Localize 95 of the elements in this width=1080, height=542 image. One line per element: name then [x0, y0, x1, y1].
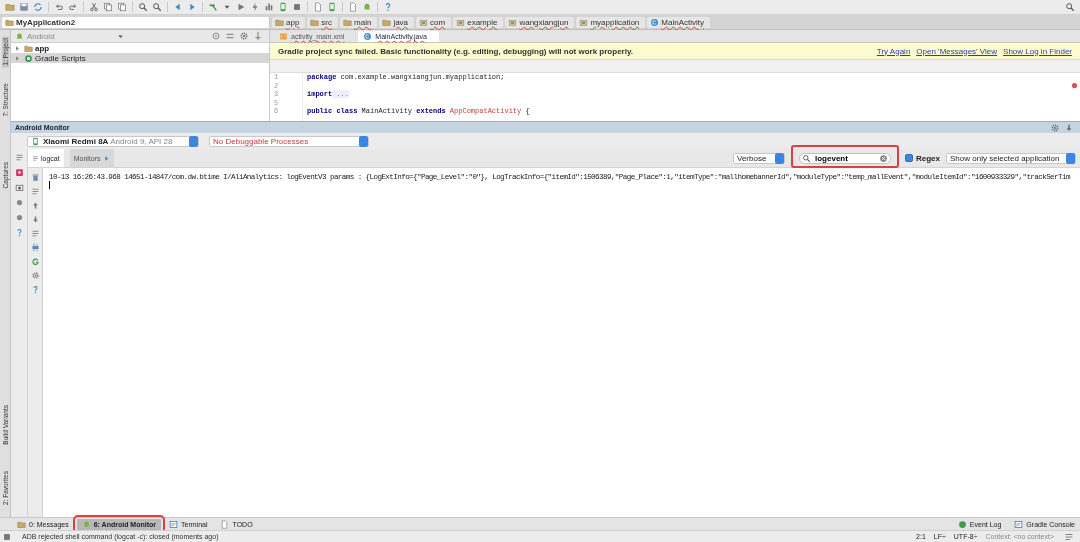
breadcrumb-item[interactable]: src: [307, 16, 339, 28]
search-icon[interactable]: [1065, 2, 1075, 12]
regex-checkbox[interactable]: Regex: [905, 153, 940, 163]
package-icon: [579, 17, 589, 27]
stepper-icon: [189, 135, 198, 147]
lightning-icon[interactable]: [250, 2, 260, 12]
log-level-dropdown[interactable]: Verbose: [733, 152, 785, 164]
notification-message: Gradle project sync failed. Basic functionality (e.g. editing, debugging) will not work properly.: [278, 46, 633, 56]
lines-icon[interactable]: [14, 153, 24, 162]
error-marker-icon: [1070, 81, 1079, 90]
package-icon: [419, 17, 429, 27]
settings-icon[interactable]: [30, 271, 40, 280]
up-arrow-icon[interactable]: [30, 201, 40, 210]
help-icon[interactable]: [383, 2, 393, 12]
breadcrumb-item[interactable]: MyApplication2: [2, 16, 270, 28]
search-icon[interactable]: [152, 2, 162, 12]
phone-icon[interactable]: [278, 2, 288, 12]
target-icon[interactable]: [211, 31, 221, 41]
link[interactable]: Show Log in Finder: [1003, 46, 1072, 56]
breadcrumb-item[interactable]: example: [453, 16, 504, 28]
forward-arrow-icon[interactable]: [187, 2, 197, 12]
lines-icon[interactable]: [30, 187, 40, 196]
android-icon: [81, 519, 91, 529]
breadcrumb-item[interactable]: app: [272, 16, 306, 28]
lines-icon: [32, 154, 39, 162]
help-icon[interactable]: [30, 285, 40, 294]
cut-icon[interactable]: [89, 2, 99, 12]
stop-icon[interactable]: [292, 2, 302, 12]
trash-icon[interactable]: [30, 173, 40, 182]
printer-icon[interactable]: [30, 243, 40, 252]
circle-icon[interactable]: [14, 213, 24, 222]
bar-graph-icon[interactable]: [264, 2, 274, 12]
stepper-icon: [359, 135, 368, 147]
back-arrow-icon[interactable]: [173, 2, 183, 12]
lines-icon[interactable]: [30, 229, 40, 238]
phone-icon[interactable]: [327, 2, 337, 12]
class-icon: [363, 32, 373, 41]
tree-item[interactable]: app: [11, 43, 269, 53]
package-icon: [456, 17, 466, 27]
console-icon: [1014, 519, 1024, 529]
breadcrumb-item[interactable]: main: [340, 16, 378, 28]
phone-icon: [31, 136, 40, 146]
help-icon[interactable]: [14, 228, 24, 237]
collapse-icon[interactable]: [225, 31, 235, 41]
android-icon: [15, 31, 24, 41]
circle-icon: [957, 519, 967, 529]
folder-icon: [17, 519, 26, 529]
search-icon: [802, 153, 811, 163]
link[interactable]: Try Again: [876, 46, 911, 56]
folder-icon: [310, 17, 320, 27]
breadcrumb-item[interactable]: java: [379, 16, 415, 28]
clear-icon[interactable]: [879, 153, 888, 163]
stop-icon: [2, 531, 12, 542]
circle-icon[interactable]: [14, 198, 24, 207]
checkbox[interactable]: [905, 154, 913, 162]
breadcrumb-item[interactable]: wangxiangjun: [505, 16, 575, 28]
device-dropdown[interactable]: Xiaomi Redmi 8A Android 9, API 28: [27, 135, 199, 147]
tree-item[interactable]: Gradle Scripts: [11, 53, 269, 63]
folder-icon: [24, 43, 33, 53]
search-icon[interactable]: [138, 2, 148, 12]
folder-icon: [343, 17, 353, 27]
forward-arrow-icon: [102, 154, 110, 162]
restart-icon[interactable]: [30, 257, 40, 266]
folder-icon: [382, 17, 392, 27]
stepper-icon: [775, 152, 784, 164]
sync-icon[interactable]: [33, 2, 43, 12]
settings-icon[interactable]: [1050, 122, 1060, 133]
xml-file-icon: [279, 32, 288, 41]
document-icon[interactable]: [348, 2, 358, 12]
breadcrumb-item[interactable]: MainActivity: [647, 16, 710, 28]
document-icon[interactable]: [313, 2, 323, 12]
down-arrow-icon[interactable]: [1064, 122, 1074, 133]
settings-icon[interactable]: [239, 31, 249, 41]
folder-icon: [275, 17, 284, 27]
search-field[interactable]: logevent: [799, 152, 891, 164]
stepper-icon: [1066, 152, 1075, 164]
breadcrumb-item[interactable]: myapplication: [576, 16, 646, 28]
run-icon[interactable]: [236, 2, 246, 12]
hammer-icon[interactable]: [208, 2, 218, 12]
console-icon: [169, 519, 179, 529]
android-icon[interactable]: [362, 2, 372, 12]
record-icon[interactable]: [14, 168, 24, 177]
process-dropdown[interactable]: No Debuggable Processes: [209, 135, 369, 147]
package-icon: [508, 17, 518, 27]
breadcrumb-item[interactable]: com: [416, 16, 452, 28]
undo-icon[interactable]: [54, 2, 64, 12]
lines-icon[interactable]: [1064, 531, 1074, 542]
link[interactable]: Open 'Messages' View: [916, 46, 998, 56]
pin-icon[interactable]: [253, 31, 263, 41]
save-icon[interactable]: [19, 2, 29, 12]
redo-icon[interactable]: [68, 2, 78, 12]
class-icon: [650, 17, 660, 27]
filter-dropdown[interactable]: Show only selected application: [946, 152, 1076, 164]
text-cursor: [49, 181, 50, 189]
camera-icon[interactable]: [14, 183, 24, 192]
